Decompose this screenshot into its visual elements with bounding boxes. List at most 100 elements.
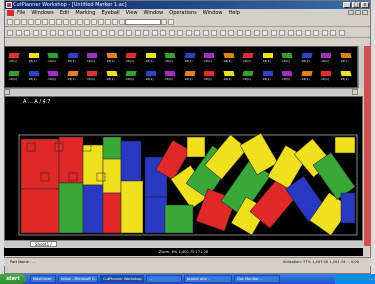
toolbar-button[interactable] (21, 19, 27, 25)
toolbar-button[interactable] (100, 30, 107, 36)
piece-thumbnail[interactable] (105, 71, 118, 76)
marker-piece[interactable] (144, 196, 168, 234)
taskbar-item-6[interactable]: Doc Monitor... (234, 275, 280, 283)
toolbar-button[interactable] (185, 30, 192, 36)
toolbar-button[interactable] (151, 30, 158, 36)
toolbar-button[interactable] (321, 30, 328, 36)
toolbar-button[interactable] (287, 30, 294, 36)
doc-minimize-button[interactable] (348, 10, 354, 15)
piece-thumbnail[interactable] (87, 71, 97, 76)
toolbar-button[interactable] (109, 30, 115, 36)
toolbar-button[interactable] (117, 30, 124, 36)
maximize-button[interactable]: □ (352, 2, 360, 8)
toolbar-button[interactable] (75, 30, 81, 36)
toolbar-button[interactable] (338, 30, 345, 36)
toolbar-button[interactable] (262, 30, 268, 36)
toolbar-button[interactable] (91, 19, 97, 25)
piece-thumbnail[interactable] (8, 71, 20, 76)
marker-horizontal-scrollbar[interactable]: Sheet1 / (4, 240, 363, 247)
piece-thumbnail[interactable] (242, 53, 254, 58)
marker-piece[interactable] (186, 136, 206, 158)
toolbar-button[interactable] (7, 30, 13, 36)
taskbar-item-2[interactable]: Inbox - Microsoft O... (58, 275, 98, 283)
toolbar-button[interactable] (32, 30, 39, 36)
menu-edit[interactable]: Edit (60, 9, 70, 17)
piece-thumbnail[interactable] (87, 53, 97, 58)
toolbar-dropdown[interactable] (125, 19, 161, 25)
toolbar-button[interactable] (168, 19, 174, 25)
marker-piece[interactable] (58, 136, 84, 184)
minimize-button[interactable]: _ (343, 2, 351, 8)
piece-thumbnail[interactable] (125, 53, 137, 58)
toolbar-button[interactable] (219, 30, 226, 36)
menu-file[interactable]: File (17, 9, 25, 17)
marker-canvas[interactable]: A ... A / 4.7 (4, 96, 363, 241)
marker-piece[interactable] (340, 192, 356, 224)
toolbar-button[interactable] (14, 19, 20, 25)
piece-thumbnail[interactable] (164, 71, 176, 76)
toolbar-button[interactable] (66, 30, 73, 36)
toolbar-button[interactable] (42, 19, 48, 25)
toolbar-button[interactable] (279, 30, 285, 36)
piece-thumbnail[interactable] (145, 71, 156, 76)
toolbar-button[interactable] (253, 30, 260, 36)
menu-eyeball[interactable]: Eyeball (101, 9, 119, 17)
piece-thumbnail[interactable] (321, 71, 331, 76)
piece-thumbnail[interactable] (204, 53, 214, 58)
toolbar-button[interactable] (35, 19, 41, 25)
piece-thumbnail[interactable] (321, 53, 331, 58)
toolbar-button[interactable] (49, 19, 55, 25)
piece-thumbnail[interactable] (145, 53, 156, 58)
piece-thumbnail[interactable] (300, 53, 313, 58)
piece-thumbnail[interactable] (47, 53, 59, 58)
menu-marking[interactable]: Marking (75, 9, 95, 17)
toolbar-button[interactable] (304, 30, 311, 36)
menu-window[interactable]: Window (144, 9, 164, 17)
toolbar-button[interactable] (24, 30, 30, 36)
marker-piece[interactable] (120, 180, 144, 234)
close-button[interactable]: x (361, 2, 369, 8)
doc-restore-button[interactable] (355, 10, 361, 15)
toolbar-button[interactable] (83, 30, 90, 36)
toolbar-button[interactable] (228, 30, 234, 36)
piece-thumbnail[interactable] (300, 71, 313, 76)
toolbar-button[interactable] (330, 30, 336, 36)
toolbar-button[interactable] (270, 30, 277, 36)
marker-piece[interactable] (102, 136, 122, 160)
toolbar-button[interactable] (160, 30, 166, 36)
piece-thumbnail[interactable] (66, 71, 79, 76)
toolbar-button[interactable] (313, 30, 319, 36)
piece-thumbnail[interactable] (8, 53, 20, 58)
marker-piece[interactable] (20, 138, 60, 190)
marker-piece[interactable] (20, 188, 60, 234)
toolbar-button[interactable] (7, 19, 13, 25)
start-button[interactable]: start (0, 274, 26, 284)
piece-thumbnail[interactable] (242, 71, 254, 76)
toolbar-button[interactable] (126, 30, 132, 36)
piece-thumbnail[interactable] (47, 71, 59, 76)
toolbar-button[interactable] (70, 19, 76, 25)
toolbar-button[interactable] (92, 30, 98, 36)
toolbar-button[interactable] (49, 30, 56, 36)
piece-thumbnail[interactable] (28, 71, 39, 76)
toolbar-button[interactable] (77, 19, 83, 25)
toolbar-button[interactable] (41, 30, 47, 36)
piece-thumbnail[interactable] (125, 71, 137, 76)
marker-piece[interactable] (102, 158, 122, 194)
toolbar-button[interactable] (56, 19, 62, 25)
toolbar-button[interactable] (202, 30, 209, 36)
toolbar-button[interactable] (63, 19, 69, 25)
marker-piece[interactable] (334, 136, 356, 154)
toolbar-button[interactable] (143, 30, 149, 36)
piece-thumbnail[interactable] (105, 53, 118, 58)
marker-piece[interactable] (120, 140, 142, 182)
taskbar-item-1[interactable]: Maximizer (30, 275, 56, 283)
toolbar-button[interactable] (84, 19, 90, 25)
toolbar-button[interactable] (112, 19, 118, 25)
toolbar-button[interactable] (134, 30, 141, 36)
toolbar-button[interactable] (194, 30, 200, 36)
menu-window-2[interactable]: Window (203, 9, 223, 17)
taskbar-item-4[interactable]: ... (146, 275, 182, 283)
toolbar-button[interactable] (211, 30, 217, 36)
taskbar-item-3[interactable]: CutPlanner Workshop (100, 275, 144, 283)
